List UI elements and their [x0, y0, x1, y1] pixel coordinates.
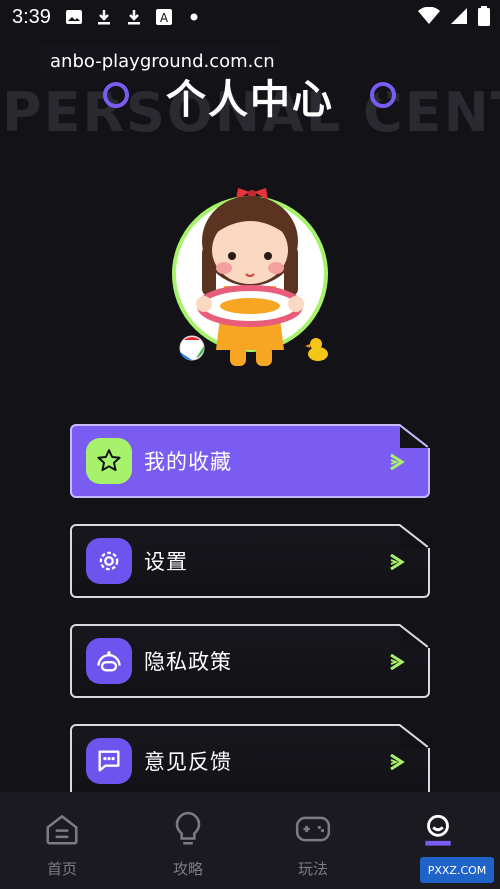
card-corner: [400, 424, 430, 448]
card-corner: [400, 724, 430, 748]
menu-item-label: 设置: [144, 550, 188, 574]
dot-icon: [185, 8, 203, 26]
home-icon: [46, 814, 78, 845]
menu-item-settings[interactable]: 设置: [70, 524, 430, 598]
tab-label: 玩法: [297, 860, 328, 878]
image-icon: [65, 8, 83, 26]
chevron-right-icon: [390, 553, 405, 571]
tab-label: 首页: [46, 860, 77, 878]
star-icon: [86, 438, 132, 484]
ring-decoration-left: [103, 82, 129, 108]
battery-icon: [478, 6, 490, 30]
text-badge-icon: A: [155, 8, 173, 26]
status-time: 3:39: [12, 5, 51, 28]
chevron-right-icon: [390, 653, 405, 671]
card-corner: [400, 624, 430, 648]
profile-icon: [425, 814, 451, 846]
card-corner: [400, 524, 430, 548]
bulb-icon: [175, 811, 201, 845]
menu-item-label: 我的收藏: [144, 450, 232, 474]
menu-item-label: 隐私政策: [144, 650, 232, 674]
download-icon: [95, 8, 113, 26]
tab-guide[interactable]: 攻略: [148, 810, 228, 880]
avatar-figure: [170, 186, 340, 376]
wifi-icon: [418, 6, 440, 29]
feedback-icon: [86, 738, 132, 784]
menu-item-feedback[interactable]: 意见反馈: [70, 724, 430, 798]
tab-label: 攻略: [172, 860, 203, 878]
menu-item-privacy[interactable]: 隐私政策: [70, 624, 430, 698]
gamepad-icon: [295, 816, 331, 842]
menu-item-label: 意见反馈: [144, 750, 232, 774]
menu-item-favorites[interactable]: 我的收藏: [70, 424, 430, 498]
ring-decoration-right: [370, 82, 396, 108]
status-bar: 3:39 A: [0, 0, 500, 34]
watermark-badge: PXXZ.COM: [420, 857, 494, 883]
download-icon: [125, 8, 143, 26]
svg-text:A: A: [160, 11, 169, 25]
tab-home[interactable]: 首页: [22, 810, 102, 880]
chevron-right-icon: [390, 453, 405, 471]
page-title: 个人中心: [166, 77, 334, 123]
signal-icon: [450, 7, 468, 29]
bottom-nav: 首页 攻略 玩法 PXXZ.COM: [0, 792, 500, 889]
chevron-right-icon: [390, 753, 405, 771]
gear-icon: [86, 538, 132, 584]
tab-gameplay[interactable]: 玩法: [273, 810, 353, 880]
privacy-icon: [86, 638, 132, 684]
